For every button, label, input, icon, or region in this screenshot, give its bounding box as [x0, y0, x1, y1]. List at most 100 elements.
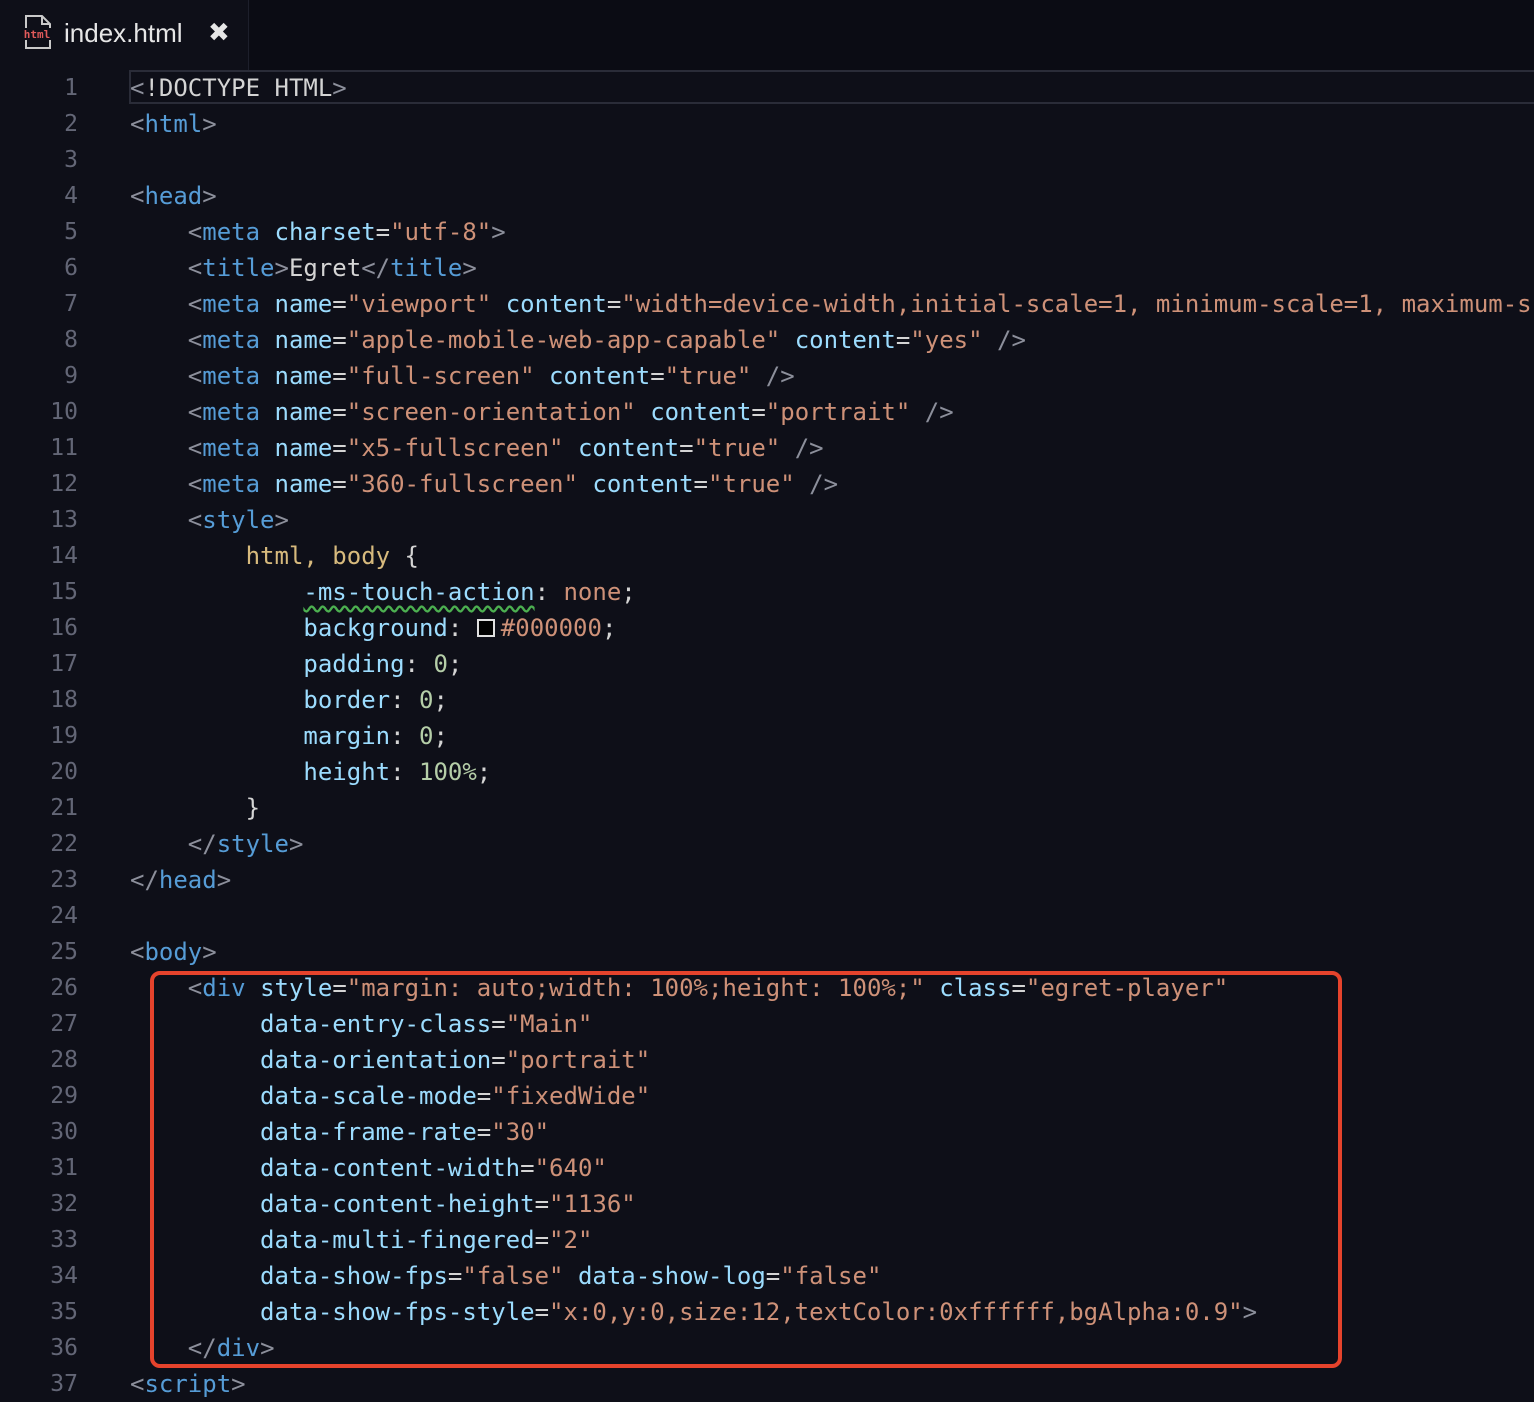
- code-token: content: [650, 398, 752, 426]
- code-line[interactable]: 15 -ms-touch-action: none;: [0, 574, 1534, 610]
- code-line[interactable]: 12 <meta name="360-fullscreen" content="…: [0, 466, 1534, 502]
- code-text[interactable]: <head>: [130, 178, 217, 214]
- code-token: height: [303, 758, 391, 786]
- line-number: 24: [50, 903, 78, 929]
- code-token: <: [187, 398, 203, 426]
- code-text[interactable]: padding: 0;: [130, 646, 462, 682]
- code-token: <: [130, 1370, 145, 1398]
- code-line[interactable]: 16 background: #000000;: [0, 610, 1534, 646]
- code-text[interactable]: <body>: [130, 934, 217, 970]
- code-text[interactable]: <meta name="360-fullscreen" content="tru…: [130, 466, 838, 502]
- code-line[interactable]: 17 padding: 0;: [0, 646, 1534, 682]
- code-text[interactable]: background: #000000;: [130, 610, 616, 646]
- code-text[interactable]: <meta name="viewport" content="width=dev…: [130, 286, 1532, 322]
- code-token: />: [982, 326, 1026, 354]
- code-text[interactable]: <!DOCTYPE HTML>: [130, 70, 347, 106]
- code-line[interactable]: 10 <meta name="screen-orientation" conte…: [0, 394, 1534, 430]
- code-line[interactable]: 3: [0, 142, 1534, 178]
- code-text[interactable]: border: 0;: [130, 682, 448, 718]
- line-number: 22: [50, 831, 78, 857]
- code-line[interactable]: 20 height: 100%;: [0, 754, 1534, 790]
- line-number: 26: [50, 975, 78, 1001]
- code-line[interactable]: 8 <meta name="apple-mobile-web-app-capab…: [0, 322, 1534, 358]
- code-text[interactable]: -ms-touch-action: none;: [130, 574, 635, 610]
- code-text[interactable]: margin: 0;: [130, 718, 448, 754]
- code-token: <: [130, 110, 145, 138]
- code-token: >: [202, 182, 217, 210]
- line-number: 14: [50, 543, 78, 569]
- code-token: <: [187, 254, 203, 282]
- code-token: head: [158, 866, 217, 894]
- code-text[interactable]: <meta name="apple-mobile-web-app-capable…: [130, 322, 1026, 358]
- code-token: ;: [447, 650, 463, 678]
- code-line[interactable]: 19 margin: 0;: [0, 718, 1534, 754]
- code-token: =: [332, 398, 347, 426]
- code-token: :: [447, 614, 477, 642]
- code-line[interactable]: 11 <meta name="x5-fullscreen" content="t…: [0, 430, 1534, 466]
- code-token: background: [303, 614, 448, 642]
- code-text[interactable]: <meta name="full-screen" content="true" …: [130, 358, 795, 394]
- code-token: "utf-8": [390, 218, 492, 246]
- tab-title[interactable]: index.html: [64, 18, 183, 49]
- code-token: meta: [202, 326, 261, 354]
- code-token: <: [187, 362, 203, 390]
- code-token: :: [404, 650, 434, 678]
- code-line[interactable]: 18 border: 0;: [0, 682, 1534, 718]
- code-token: =: [332, 362, 347, 390]
- code-line[interactable]: 5 <meta charset="utf-8">: [0, 214, 1534, 250]
- code-text[interactable]: <meta name="x5-fullscreen" content="true…: [130, 430, 824, 466]
- code-line[interactable]: 22 </style>: [0, 826, 1534, 862]
- code-text[interactable]: <title>Egret</title>: [130, 250, 477, 286]
- code-text[interactable]: </head>: [130, 862, 231, 898]
- line-number: 3: [64, 147, 78, 173]
- code-token: html: [144, 110, 203, 138]
- code-token: meta: [202, 470, 261, 498]
- code-token: ;: [601, 614, 617, 642]
- code-line[interactable]: 25 <body>: [0, 934, 1534, 970]
- code-text[interactable]: </style>: [130, 826, 304, 862]
- code-line[interactable]: 9 <meta name="full-screen" content="true…: [0, 358, 1534, 394]
- code-token: name: [274, 362, 333, 390]
- code-line[interactable]: 2 <html>: [0, 106, 1534, 142]
- code-text[interactable]: height: 100%;: [130, 754, 491, 790]
- code-text[interactable]: <html>: [130, 106, 217, 142]
- close-icon[interactable]: ✖: [208, 18, 230, 48]
- code-line[interactable]: 21 }: [0, 790, 1534, 826]
- code-line[interactable]: 1 <!DOCTYPE HTML>: [0, 70, 1534, 106]
- code-line[interactable]: 13 <style>: [0, 502, 1534, 538]
- code-token: none: [563, 578, 622, 606]
- color-swatch-icon[interactable]: [476, 619, 495, 637]
- tab-index-html[interactable]: html index.html ✖: [0, 0, 249, 70]
- line-number: 35: [50, 1299, 78, 1325]
- line-number: 27: [50, 1011, 78, 1037]
- code-token: -ms-touch-action: [303, 578, 535, 606]
- code-token: "360-fullscreen": [346, 470, 578, 498]
- code-line[interactable]: 23 </head>: [0, 862, 1534, 898]
- code-text[interactable]: <meta charset="utf-8">: [130, 214, 506, 250]
- code-text[interactable]: <meta name="screen-orientation" content=…: [130, 394, 954, 430]
- code-text[interactable]: <style>: [130, 502, 289, 538]
- line-number: 29: [50, 1083, 78, 1109]
- code-line[interactable]: 14 html, body {: [0, 538, 1534, 574]
- code-line[interactable]: 4 <head>: [0, 178, 1534, 214]
- code-line[interactable]: 6 <title>Egret</title>: [0, 250, 1534, 286]
- line-number: 21: [50, 795, 78, 821]
- code-line[interactable]: 37 <script>: [0, 1366, 1534, 1402]
- code-text[interactable]: <script>: [130, 1366, 246, 1402]
- code-token: "full-screen": [346, 362, 535, 390]
- code-token: >: [462, 254, 477, 282]
- code-text[interactable]: html, body {: [130, 538, 419, 574]
- code-line[interactable]: 24: [0, 898, 1534, 934]
- code-text[interactable]: }: [130, 790, 260, 826]
- code-token: "true": [708, 470, 795, 498]
- code-token: ;: [433, 686, 448, 714]
- code-token: "true": [664, 362, 752, 390]
- code-token: =: [332, 470, 347, 498]
- line-number: 6: [64, 255, 78, 281]
- code-line[interactable]: 7 <meta name="viewport" content="width=d…: [0, 286, 1534, 322]
